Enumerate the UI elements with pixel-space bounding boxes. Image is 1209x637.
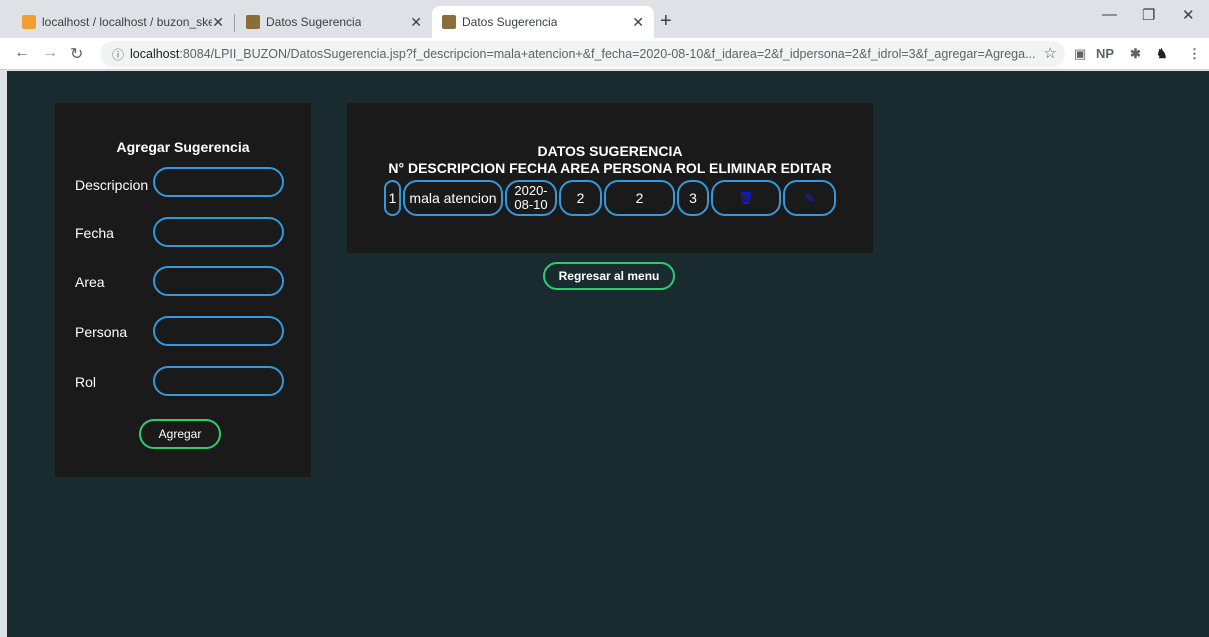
label-area: Area <box>75 274 105 290</box>
header-eliminar: ELIMINAR <box>709 160 777 176</box>
url-rest: :8084/LPII_BUZON/DatosSugerencia.jsp?f_d… <box>179 47 1036 61</box>
window-close-icon[interactable]: ✕ <box>1182 6 1195 24</box>
label-rol: Rol <box>75 374 97 390</box>
reload-icon[interactable]: ↻ <box>70 44 83 64</box>
bookmark-star-icon[interactable]: ☆ <box>1044 44 1057 62</box>
cell-persona: 2 <box>604 180 675 216</box>
url-host: localhost <box>130 47 180 61</box>
cell-fecha-text-2: 08-10 <box>514 197 548 212</box>
tab-title: Datos Sugerencia <box>462 15 558 29</box>
label-fecha: Fecha <box>75 225 114 241</box>
tab-title: Datos Sugerencia <box>266 15 362 29</box>
header-editar: EDITAR <box>780 160 832 176</box>
phpmyadmin-icon <box>22 15 36 29</box>
cell-persona-text: 2 <box>635 190 644 206</box>
cell-rol-text: 3 <box>689 190 697 206</box>
new-tab-icon[interactable]: + <box>660 10 672 33</box>
profile-avatar[interactable]: ♞ <box>1156 46 1168 62</box>
page-icon <box>246 15 260 29</box>
agregar-button[interactable]: Agregar <box>139 419 221 449</box>
label-descripcion: Descripcion <box>75 177 149 193</box>
trash-icon: 🗑 <box>738 191 754 205</box>
tab-phpmyadmin[interactable]: localhost / localhost / buzon_ske ✕ <box>12 6 234 38</box>
area-input[interactable] <box>153 266 284 296</box>
cell-rol: 3 <box>677 180 709 216</box>
tab-datos-sugerencia-2[interactable]: Datos Sugerencia ✕ <box>432 6 654 38</box>
tab-title: localhost / localhost / buzon_ske <box>42 15 212 29</box>
close-icon[interactable]: ✕ <box>410 14 422 31</box>
close-icon[interactable]: ✕ <box>632 14 644 31</box>
cell-area-text: 2 <box>576 190 585 206</box>
form-title: Agregar Sugerencia <box>116 139 250 155</box>
cell-n-text: 1 <box>388 190 397 206</box>
pencil-icon: ✎ <box>804 191 815 205</box>
add-suggestion-panel: Agregar Sugerencia Descripcion Fecha Are… <box>55 103 311 477</box>
close-icon[interactable]: ✕ <box>212 14 224 31</box>
menu-dots-icon[interactable]: ⋮ <box>1188 46 1201 62</box>
tab-strip: localhost / localhost / buzon_ske ✕ Dato… <box>0 0 1209 38</box>
editar-button[interactable]: ✎ <box>783 180 836 216</box>
descripcion-input[interactable] <box>153 167 284 197</box>
tab-datos-sugerencia-1[interactable]: Datos Sugerencia ✕ <box>236 6 432 38</box>
address-bar[interactable]: ⓘ localhost:8084/LPII_BUZON/DatosSugeren… <box>100 41 1065 67</box>
rol-input[interactable] <box>153 366 284 396</box>
cell-area: 2 <box>559 180 602 216</box>
header-area: AREA <box>560 160 600 176</box>
browser-toolbar: ← → ↻ ⓘ localhost:8084/LPII_BUZON/DatosS… <box>0 38 1209 70</box>
cell-n: 1 <box>384 180 401 216</box>
header-n: N° <box>388 160 405 176</box>
header-persona: PERSONA <box>603 160 672 176</box>
table-title: DATOS SUGERENCIA <box>537 143 683 159</box>
extensions-puzzle-icon[interactable]: ✱ <box>1130 46 1141 62</box>
page-icon <box>442 15 456 29</box>
persona-input[interactable] <box>153 316 284 346</box>
regresar-menu-button[interactable]: Regresar al menu <box>543 262 675 290</box>
cell-descripcion-text: mala atencion <box>409 190 497 206</box>
extension-np[interactable]: NP <box>1096 46 1114 61</box>
page-content: Agregar Sugerencia Descripcion Fecha Are… <box>7 71 1209 637</box>
header-fecha: FECHA <box>509 160 557 176</box>
label-persona: Persona <box>75 324 128 340</box>
back-arrow-icon[interactable]: ← <box>14 44 30 62</box>
table-header-row: N° DESCRIPCION FECHA AREA PERSONA ROL EL… <box>347 160 873 176</box>
info-icon[interactable]: ⓘ <box>112 46 124 63</box>
cell-fecha-text-1: 2020- <box>514 183 548 198</box>
cell-descripcion: mala atencion <box>403 180 503 216</box>
restore-icon[interactable]: ❐ <box>1142 6 1155 24</box>
header-descripcion: DESCRIPCION <box>407 160 506 176</box>
minimize-icon[interactable]: — <box>1102 6 1117 23</box>
forward-arrow-icon[interactable]: → <box>42 44 58 62</box>
cell-fecha: 2020- 08-10 <box>505 180 557 216</box>
suggestions-table-panel: DATOS SUGERENCIA N° DESCRIPCION FECHA AR… <box>347 103 873 253</box>
extension-icon[interactable]: ▣ <box>1074 46 1086 62</box>
fecha-input[interactable] <box>153 217 284 247</box>
header-rol: ROL <box>675 160 706 176</box>
eliminar-button[interactable]: 🗑 <box>711 180 781 216</box>
